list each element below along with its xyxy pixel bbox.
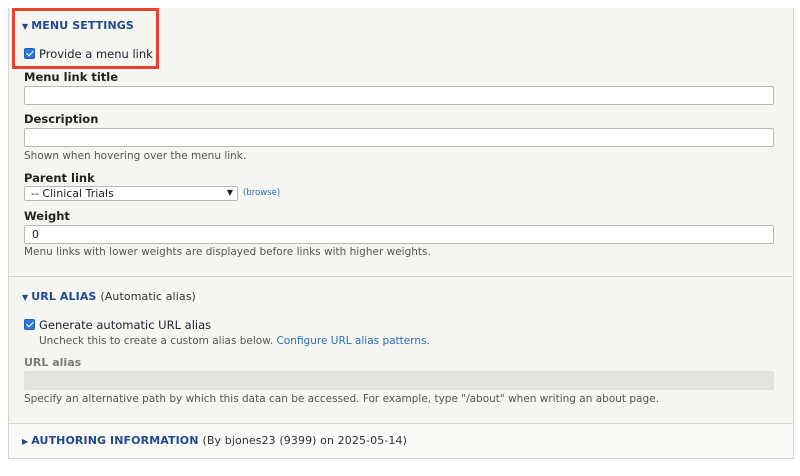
- url-alias-help: Specify an alternative path by which thi…: [24, 393, 659, 405]
- parent-link-value: -- Clinical Trials: [31, 187, 114, 200]
- uncheck-help-text: Uncheck this to create a custom alias be…: [39, 335, 274, 347]
- dropdown-arrow-icon: ▼: [226, 188, 233, 197]
- configure-alias-patterns-link[interactable]: Configure URL alias patterns.: [277, 335, 430, 347]
- menu-settings-title: MENU SETTINGS: [31, 19, 134, 32]
- parent-link-select[interactable]: -- Clinical Trials ▼: [24, 186, 238, 201]
- description-label: Description: [24, 112, 99, 126]
- authoring-status: (By bjones23 (9399) on 2025-05-14): [202, 434, 407, 447]
- menu-settings-summary[interactable]: ▼ MENU SETTINGS: [22, 19, 134, 32]
- authoring-summary[interactable]: ▶ AUTHORING INFORMATION (By bjones23 (939…: [22, 434, 407, 447]
- url-alias-summary[interactable]: ▼ URL ALIAS (Automatic alias): [22, 290, 196, 303]
- description-input[interactable]: [24, 128, 774, 147]
- url-alias-label: URL alias: [24, 356, 82, 369]
- weight-help: Menu links with lower weights are displa…: [24, 246, 431, 258]
- url-alias-title: URL ALIAS: [31, 290, 97, 303]
- url-alias-input: [24, 371, 774, 390]
- menu-link-title-input[interactable]: [24, 86, 774, 105]
- expand-triangle-icon: ▶: [22, 437, 29, 446]
- parent-link-label: Parent link: [24, 171, 95, 185]
- provide-menu-link-checkbox[interactable]: [24, 48, 35, 59]
- weight-input[interactable]: [24, 225, 774, 244]
- collapse-triangle-icon: ▼: [22, 293, 29, 302]
- authoring-title: AUTHORING INFORMATION: [31, 434, 199, 447]
- browse-link[interactable]: (browse): [243, 188, 280, 198]
- menu-link-title-label: Menu link title: [24, 70, 119, 84]
- url-alias-status: (Automatic alias): [100, 290, 196, 303]
- weight-label: Weight: [24, 209, 70, 223]
- description-help: Shown when hovering over the menu link.: [24, 150, 247, 162]
- provide-menu-link-label: Provide a menu link: [39, 47, 153, 61]
- collapse-triangle-icon: ▼: [22, 22, 29, 31]
- generate-alias-checkbox[interactable]: [24, 319, 35, 330]
- uncheck-help: Uncheck this to create a custom alias be…: [39, 335, 430, 347]
- generate-alias-label: Generate automatic URL alias: [39, 318, 212, 332]
